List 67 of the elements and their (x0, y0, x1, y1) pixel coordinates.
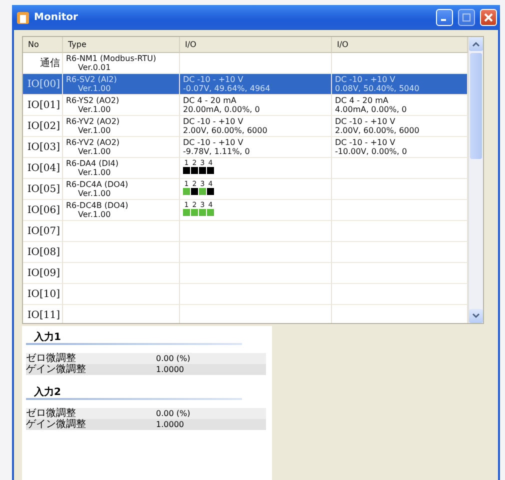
module-version: Ver.1.00 (77, 84, 112, 93)
column-header: Type (63, 37, 180, 53)
module-name: R6-NM1 (Modbus-RTU) (66, 54, 158, 63)
column-header: No (23, 37, 63, 53)
setting-label: ゼロ微調整 (26, 353, 76, 364)
section-title: 入力2 (33, 386, 62, 398)
module-name: R6-DC4B (DO4) (66, 201, 130, 210)
signal-reading: 2.00V, 60.00%, 6000 (335, 126, 420, 135)
signal-reading: 0.08V, 50.40%, 5040 (335, 84, 420, 93)
scroll-up-icon[interactable] (469, 37, 483, 51)
signal-reading: 20.00mA, 0.00%, 0 (183, 105, 261, 114)
setting-value: 1.0000 (156, 419, 185, 430)
row-number-cell[interactable]: IO[00] (23, 74, 63, 95)
window-title: Monitor (34, 12, 79, 23)
module-name: R6-YV2 (AO2) (66, 117, 121, 126)
close-button[interactable] (480, 9, 497, 26)
signal-range: DC -10 - +10 V (183, 138, 244, 147)
signal-range: DC -10 - +10 V (183, 75, 244, 84)
signal-reading: -10.00V, 0.00%, 0 (335, 147, 408, 156)
setting-label: ゲイン微調整 (26, 364, 87, 375)
module-name: R6-DA4 (DI4) (66, 159, 120, 168)
row-number-cell[interactable]: IO[01] (23, 95, 63, 116)
setting-value: 1.0000 (156, 364, 185, 375)
row-number-cell[interactable]: IO[02] (23, 116, 63, 137)
module-name: R6-DC4A (DO4) (66, 180, 130, 189)
signal-range: DC -10 - +10 V (335, 138, 396, 147)
row-number-cell[interactable]: IO[05] (23, 179, 63, 200)
column-header: I/O (332, 37, 468, 53)
row-number-cell[interactable]: IO[04] (23, 158, 63, 179)
signal-range: DC 4 - 20 mA (335, 96, 390, 105)
module-name: R6-SV2 (AI2) (66, 75, 118, 84)
module-version: Ver.1.00 (77, 168, 112, 177)
module-version: Ver.1.00 (77, 210, 112, 219)
signal-range: DC -10 - +10 V (335, 117, 396, 126)
module-version: Ver.1.00 (77, 105, 112, 114)
minimize-button[interactable] (436, 9, 453, 26)
row-number-cell[interactable]: IO[03] (23, 137, 63, 158)
module-name: R6-YS2 (AO2) (66, 96, 120, 105)
row-number-cell[interactable]: IO[10] (23, 284, 63, 305)
module-version: Ver.1.00 (77, 126, 112, 135)
maximize-icon (462, 13, 471, 22)
signal-reading: -9.78V, 1.11%, 0 (183, 147, 251, 156)
signal-reading: 4.00mA, 0.00%, 0 (335, 105, 408, 114)
setting-label: ゲイン微調整 (26, 419, 87, 430)
scroll-down-icon[interactable] (469, 309, 483, 323)
signal-range: DC -10 - +10 V (335, 75, 396, 84)
column-header: I/O (180, 37, 332, 53)
close-icon (484, 13, 493, 22)
module-version: Ver.1.00 (77, 189, 112, 198)
setting-label: ゼロ微調整 (26, 408, 76, 419)
scrollbar[interactable] (468, 37, 483, 323)
app-icon (17, 12, 29, 24)
module-name: R6-YV2 (AO2) (66, 138, 121, 147)
signal-reading: 2.00V, 60.00%, 6000 (183, 126, 268, 135)
row-number-cell[interactable]: IO[06] (23, 200, 63, 221)
signal-range: DC -10 - +10 V (183, 117, 244, 126)
signal-reading: -0.07V, 49.64%, 4964 (183, 84, 272, 93)
setting-value: 0.00 (%) (156, 408, 192, 419)
maximize-button[interactable] (458, 9, 475, 26)
module-version: Ver.1.00 (77, 147, 112, 156)
row-number-cell[interactable]: IO[08] (23, 242, 63, 263)
signal-range: DC 4 - 20 mA (183, 96, 238, 105)
module-version: Ver.0.01 (77, 63, 112, 72)
setting-value: 0.00 (%) (156, 353, 192, 364)
row-number-cell[interactable]: IO[09] (23, 263, 63, 284)
section-title: 入力1 (33, 330, 62, 343)
row-number-cell[interactable]: IO[07] (23, 221, 63, 242)
